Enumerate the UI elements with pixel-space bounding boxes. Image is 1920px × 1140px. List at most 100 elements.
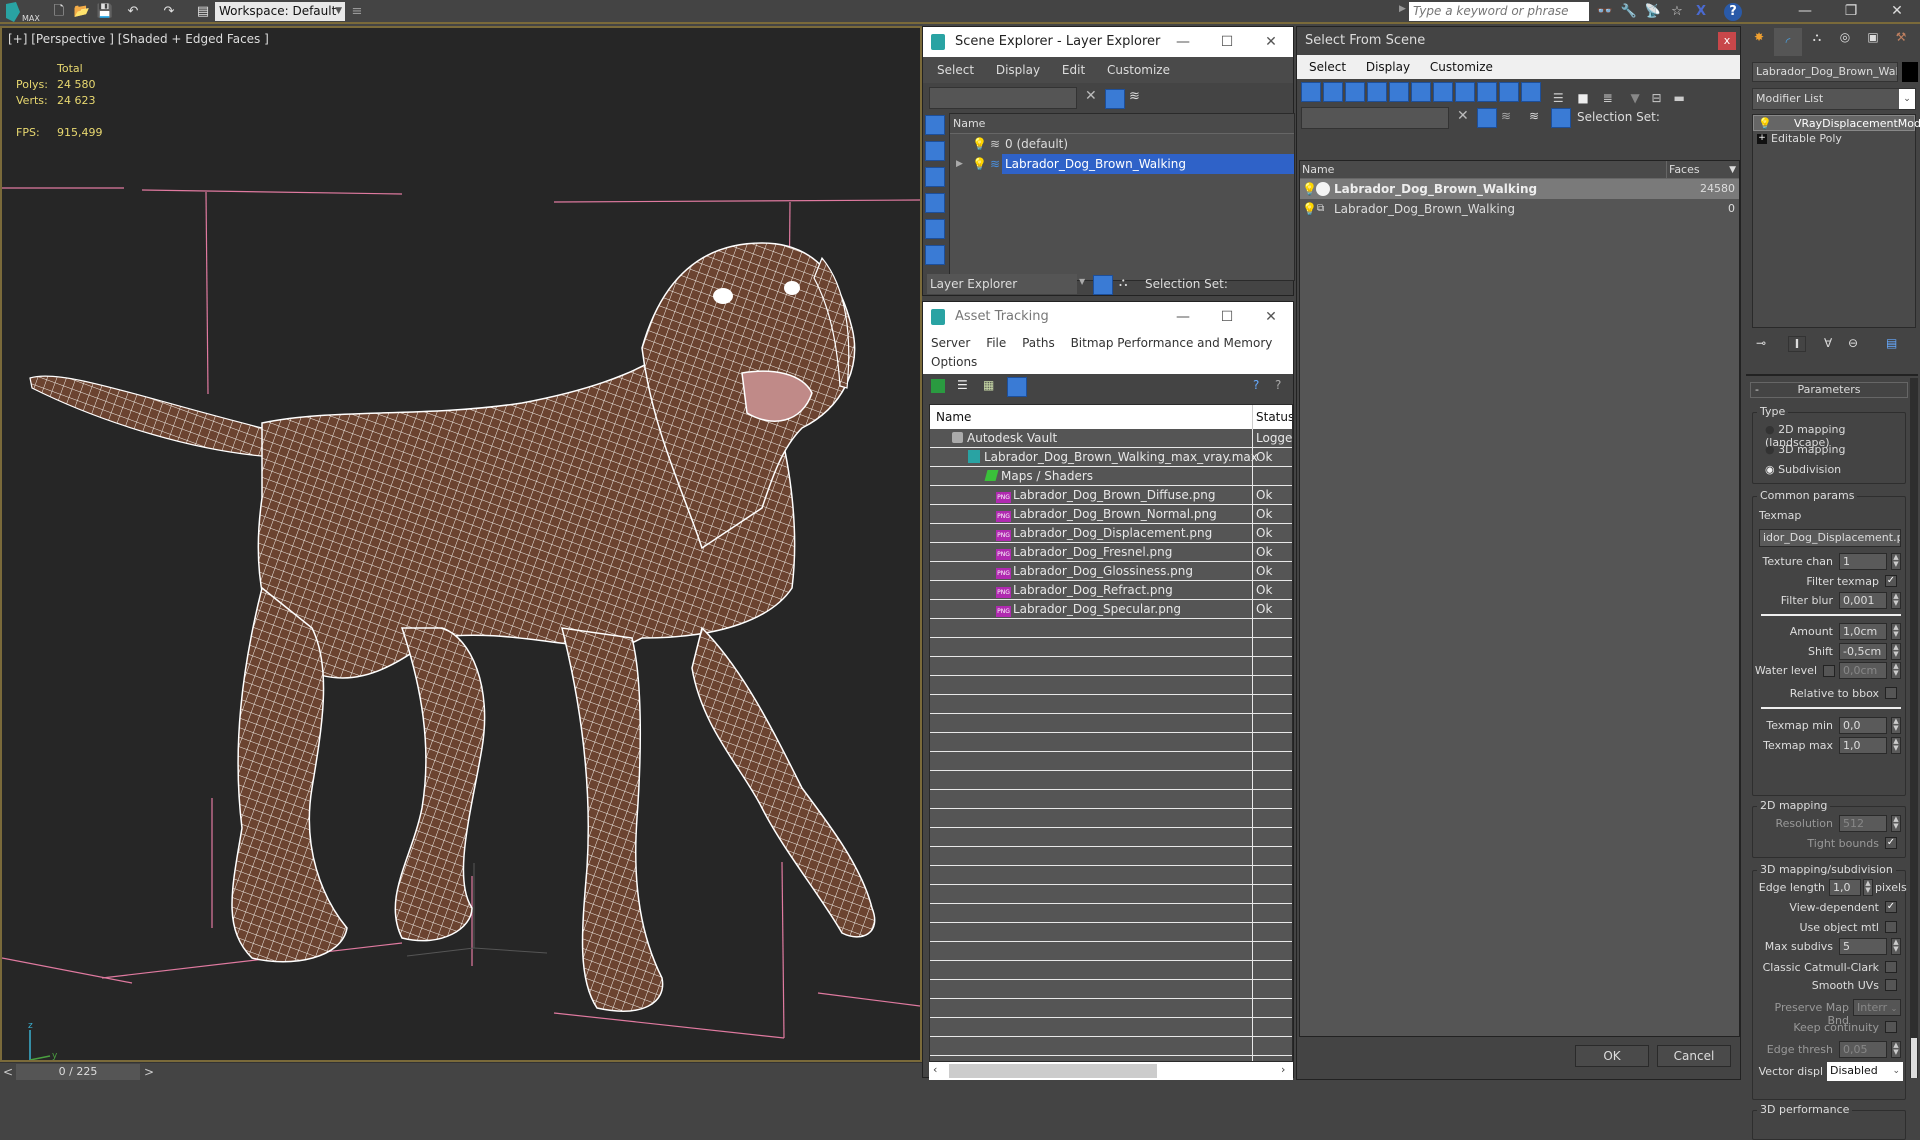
asset-row[interactable]: Maps / Shaders (930, 467, 1292, 486)
texture-chan-spinner[interactable]: ▲ ▼ (1891, 553, 1901, 570)
resolution-input[interactable]: 512 (1839, 815, 1887, 832)
tight-bounds-checkbox[interactable]: ✓ (1885, 837, 1897, 849)
collapse-icon[interactable]: ▬ (1673, 91, 1684, 105)
max-subdivs-input[interactable]: 5 (1839, 938, 1887, 955)
vector-displ-dropdown[interactable]: Disabled ⌄ (1827, 1062, 1903, 1081)
bones-filter-icon[interactable] (1477, 82, 1497, 102)
tree-view-icon[interactable]: ▦ (983, 378, 994, 392)
app-menu-button[interactable]: MAX (2, 0, 42, 24)
layer-row[interactable]: ▶ 💡 ≋ Labrador_Dog_Brown_Walking (950, 154, 1294, 174)
filter-icon[interactable] (1105, 89, 1125, 109)
close-button[interactable]: ✕ (1874, 0, 1920, 24)
explorer-type-dropdown[interactable]: Layer Explorer (927, 274, 1077, 294)
radio-3d-mapping[interactable]: ● 3D mapping (1765, 443, 1846, 456)
ok-button[interactable]: OK (1575, 1045, 1649, 1067)
display-all-icon[interactable]: ☰ (1553, 91, 1564, 105)
menu-edit[interactable]: Edit (1062, 63, 1085, 77)
menu-select[interactable]: Select (937, 63, 974, 77)
edge-thresh-spinner[interactable]: ▲ ▼ (1891, 1041, 1901, 1058)
xrefs-filter-icon[interactable] (1455, 82, 1475, 102)
bulb-icon[interactable]: 💡 (972, 154, 987, 174)
maximize-button[interactable]: ☐ (1205, 27, 1249, 57)
geometry-filter-icon[interactable] (925, 115, 945, 135)
max-subdivs-spinner[interactable]: ▲ ▼ (1891, 938, 1901, 955)
modifier-list-dropdown[interactable]: Modifier List ⌄ (1752, 88, 1916, 110)
water-level-spinner[interactable]: ▲ ▼ (1891, 662, 1901, 679)
minimize-button[interactable]: — (1161, 302, 1205, 332)
layers-filter-icon[interactable]: ≋ (1501, 109, 1511, 123)
hierarchy-tab-icon[interactable]: ⛬ (1804, 30, 1830, 54)
dog-model[interactable] (2, 28, 920, 1060)
close-button[interactable]: ✕ (1249, 302, 1293, 332)
chevron-down-icon[interactable]: ▼ (1079, 277, 1085, 286)
close-button[interactable]: x (1718, 32, 1736, 50)
texmap-min-spinner[interactable]: ▲ ▼ (1891, 717, 1901, 734)
bulb-icon[interactable]: 💡 (1302, 199, 1317, 219)
refresh-icon[interactable] (931, 379, 945, 393)
scene-explorer-titlebar[interactable]: Scene Explorer - Layer Explorer — ☐ ✕ (923, 27, 1293, 57)
edge-length-spinner[interactable]: ▲ ▼ (1863, 879, 1873, 896)
satellite-icon[interactable]: 📡 (1644, 3, 1662, 21)
object-row-selected[interactable]: 💡 Labrador_Dog_Brown_Walking 24580 (1300, 179, 1739, 199)
shapes-filter-icon[interactable] (925, 141, 945, 161)
display-invert-icon[interactable]: ≣ (1603, 91, 1613, 105)
menu-customize[interactable]: Customize (1107, 63, 1170, 77)
asset-row[interactable]: PNG Labrador_Dog_Glossiness.png Ok (930, 562, 1292, 581)
search-input[interactable] (1409, 2, 1589, 21)
lights-filter-icon[interactable] (925, 167, 945, 187)
asset-row[interactable]: PNG Labrador_Dog_Brown_Diffuse.png Ok (930, 486, 1292, 505)
catmull-clark-checkbox[interactable] (1885, 961, 1897, 973)
water-level-checkbox[interactable] (1823, 665, 1835, 677)
remove-modifier-icon[interactable]: ⊖ (1848, 336, 1858, 350)
helpers-filter-icon[interactable] (925, 219, 945, 239)
menu-display[interactable]: Display (1366, 60, 1410, 74)
menu-server[interactable]: Server (931, 336, 970, 350)
workspace-dropdown[interactable]: Workspace: Default ▼ (215, 2, 345, 21)
new-file-icon[interactable]: 🗋 (50, 3, 68, 21)
texmap-max-spinner[interactable]: ▲ ▼ (1891, 737, 1901, 754)
bulb-icon[interactable]: 💡 (1758, 116, 1772, 132)
menu-options[interactable]: Options (931, 355, 977, 369)
modifier-stack-item[interactable]: 💡 VRayDisplacementMod (1753, 115, 1920, 132)
open-file-icon[interactable]: 📂 (73, 3, 91, 21)
radio-subdivision[interactable]: ◉ Subdivision (1765, 463, 1841, 476)
asset-tracking-titlebar[interactable]: Asset Tracking — ☐ ✕ (923, 302, 1293, 332)
column-header-status[interactable]: Status (1252, 405, 1292, 429)
amount-input[interactable]: 1,0cm (1839, 623, 1887, 640)
asset-row[interactable]: PNG Labrador_Dog_Displacement.png Ok (930, 524, 1292, 543)
cameras-filter-icon[interactable] (1367, 82, 1387, 102)
cancel-button[interactable]: Cancel (1657, 1045, 1731, 1067)
clear-icon[interactable]: ✕ (1457, 108, 1469, 124)
motion-tab-icon[interactable]: ◎ (1832, 30, 1858, 54)
layers-filter-icon[interactable]: ≋ (1129, 89, 1140, 104)
helpers-filter-icon[interactable] (1389, 82, 1409, 102)
menu-file[interactable]: File (986, 336, 1006, 350)
make-unique-icon[interactable]: ∀ (1824, 336, 1832, 350)
configure-sets-icon[interactable]: ▤ (1886, 336, 1897, 350)
bulb-icon[interactable]: 💡 (1302, 179, 1317, 199)
redo-icon[interactable]: ↷ (160, 3, 178, 21)
minimize-button[interactable]: — (1161, 27, 1205, 57)
geometry-filter-icon[interactable] (1301, 82, 1321, 102)
show-end-result-icon[interactable]: I (1788, 336, 1806, 352)
edge-thresh-input[interactable]: 0,05 (1839, 1041, 1887, 1058)
asset-row[interactable]: PNG Labrador_Dog_Fresnel.png Ok (930, 543, 1292, 562)
layer-mode-icon[interactable]: ≋ (1529, 109, 1539, 123)
menu-display[interactable]: Display (996, 63, 1040, 77)
asset-row[interactable]: PNG Labrador_Dog_Brown_Normal.png Ok (930, 505, 1292, 524)
filter-texmap-checkbox[interactable]: ✓ (1885, 575, 1897, 587)
shift-spinner[interactable]: ▲ ▼ (1891, 643, 1901, 660)
column-header-name[interactable]: Name (950, 114, 1294, 134)
asset-row[interactable]: PNG Labrador_Dog_Refract.png Ok (930, 581, 1292, 600)
keep-continuity-checkbox[interactable] (1885, 1021, 1897, 1033)
shift-input[interactable]: -0,5cm (1839, 643, 1887, 660)
display-tab-icon[interactable]: ▣ (1860, 30, 1886, 54)
relative-bbox-checkbox[interactable] (1885, 687, 1897, 699)
close-button[interactable]: ✕ (1249, 27, 1293, 57)
project-icon[interactable]: ▤ (194, 3, 212, 21)
exchange-icon[interactable]: X (1692, 3, 1710, 21)
groups-filter-icon[interactable] (1433, 82, 1453, 102)
list-view-icon[interactable]: ☰ (957, 378, 968, 392)
asset-row[interactable]: Labrador_Dog_Brown_Walking_max_vray.max O… (930, 448, 1292, 467)
help-disabled-icon[interactable]: ? (1275, 378, 1281, 392)
